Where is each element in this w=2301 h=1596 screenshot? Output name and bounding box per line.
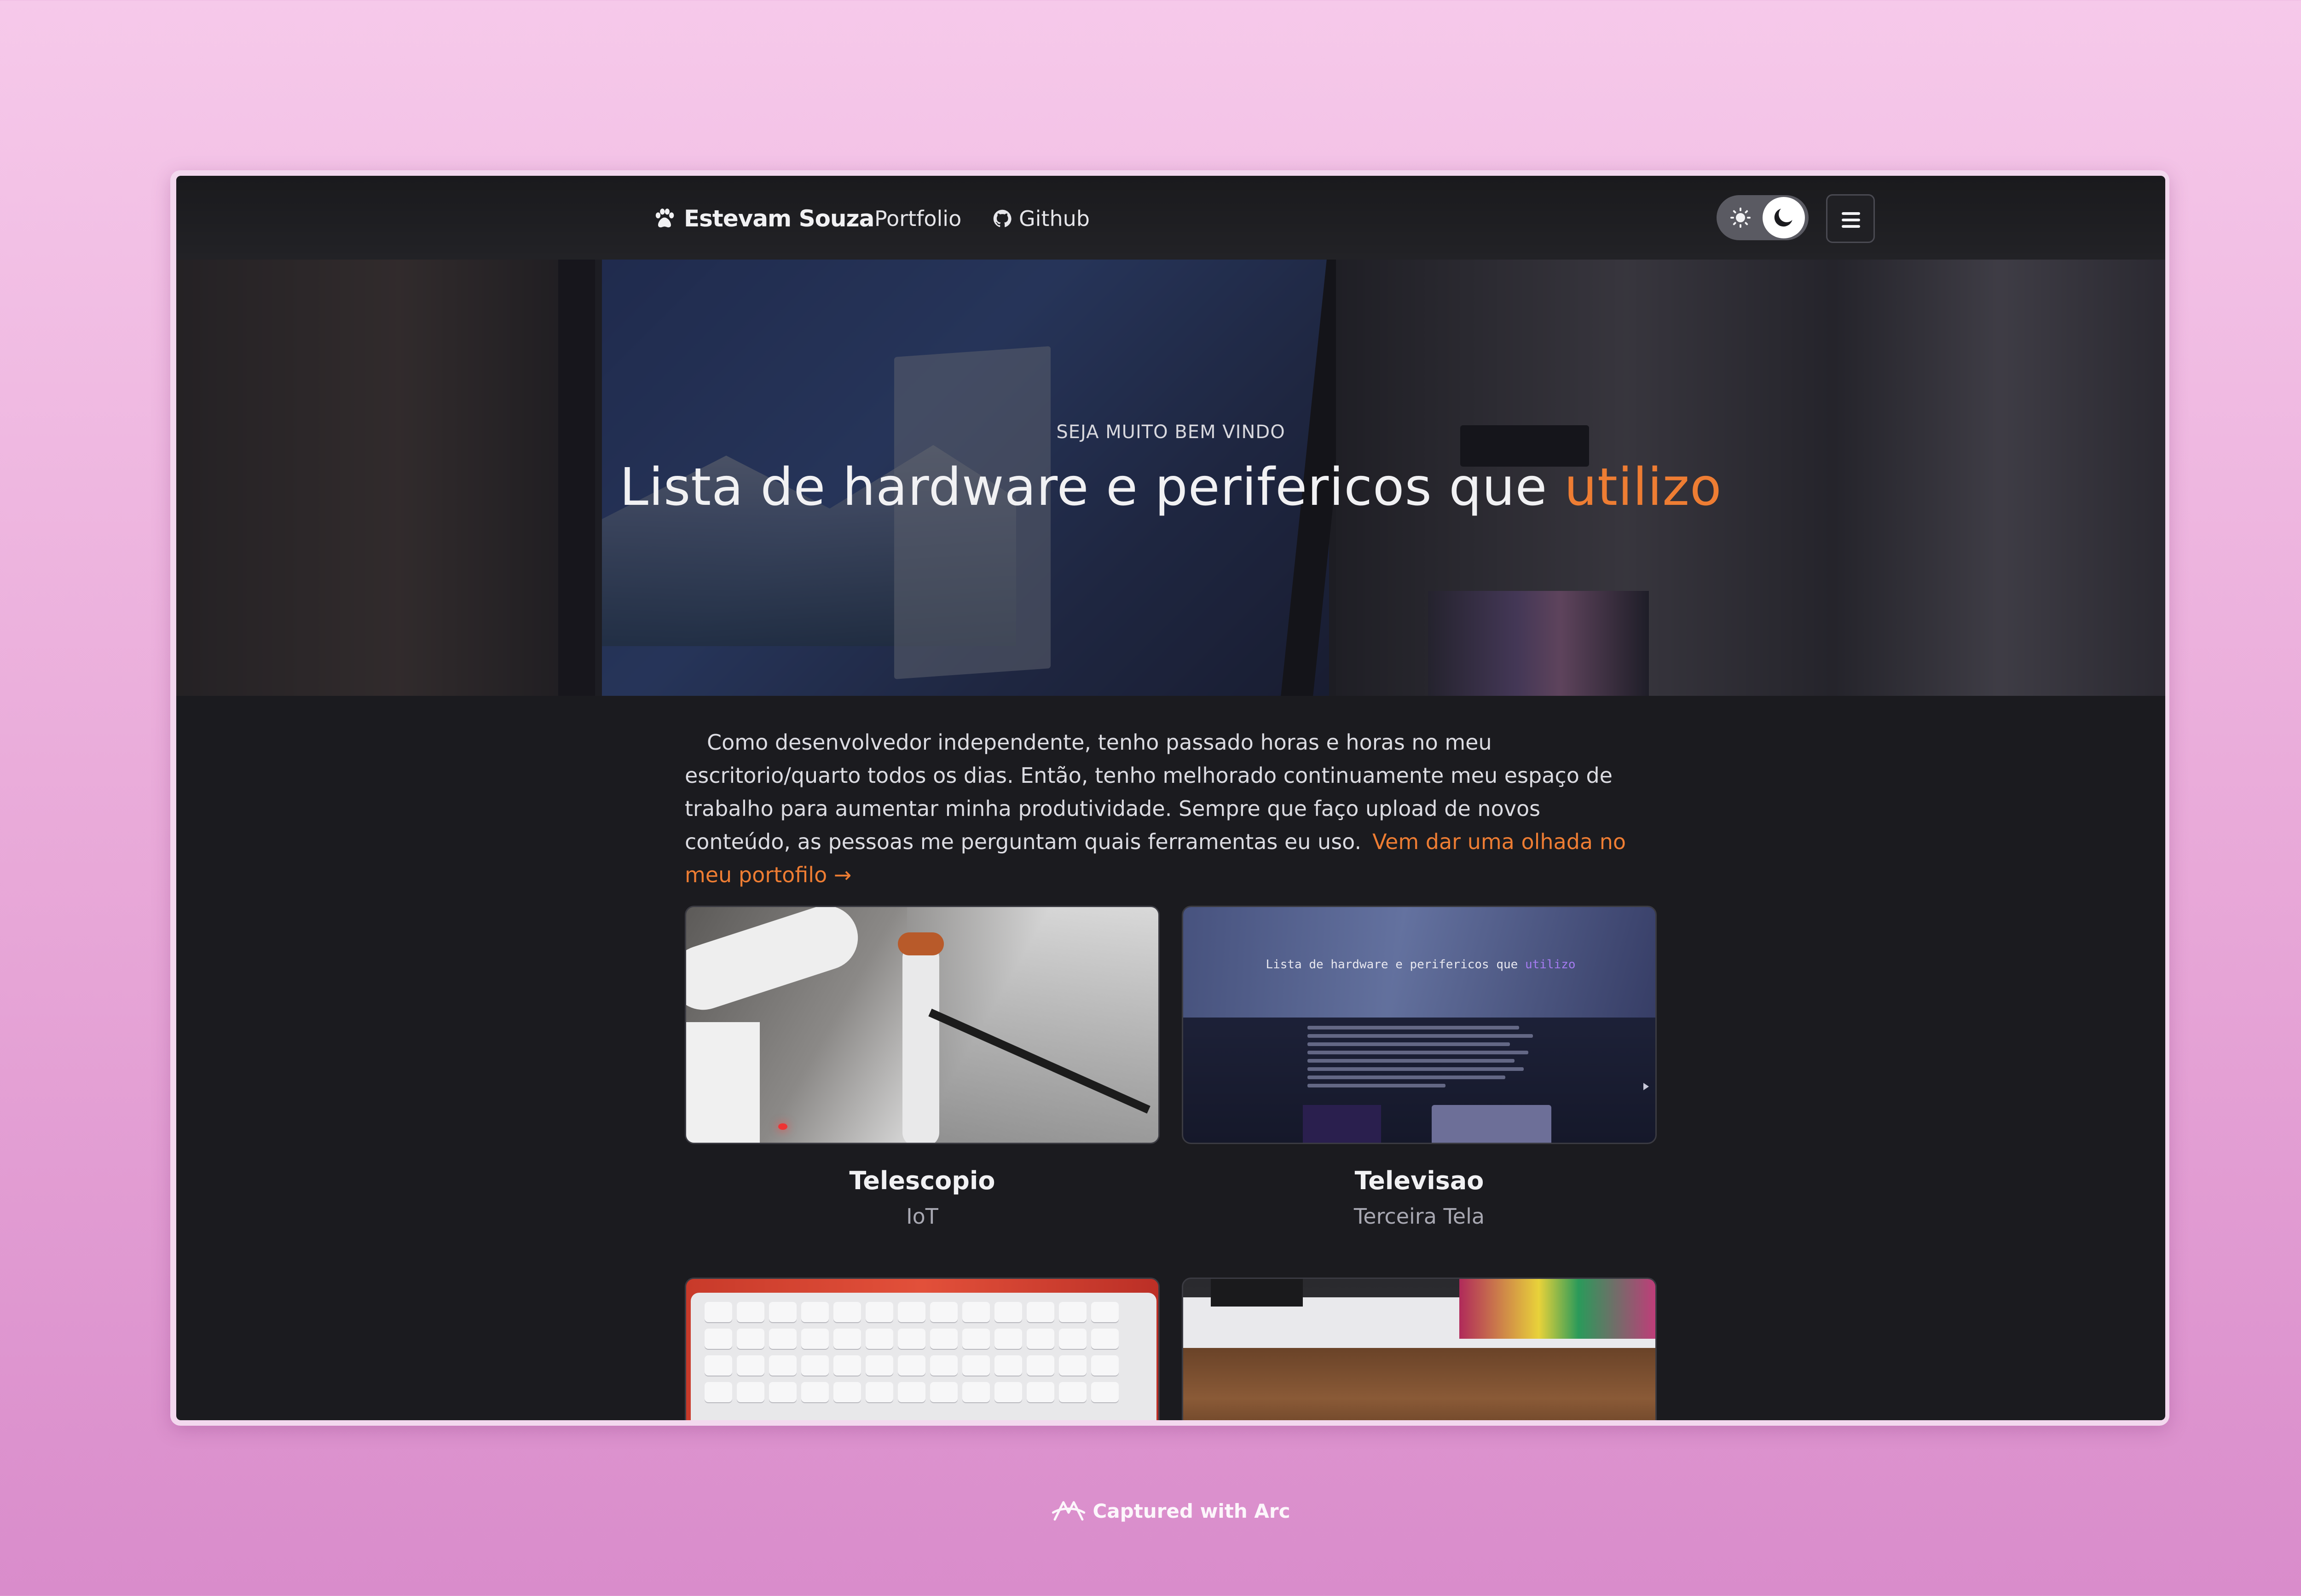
hero-kicker: SEJA MUITO BEM VINDO [1056, 422, 1285, 443]
browser-window: Estevam Souza Portfolio Github SEJA MUIT… [176, 176, 2165, 1420]
card-title: Televisao [1354, 1166, 1484, 1195]
brand-name: Estevam Souza [684, 205, 874, 232]
arc-logo-icon [1052, 1501, 1086, 1521]
theme-toggle[interactable] [1717, 195, 1809, 240]
github-icon [993, 209, 1012, 227]
intro-paragraph: Como desenvolvedor independente, tenho p… [685, 726, 1642, 891]
nav-link-label: Portfolio [874, 206, 962, 231]
capture-text: Captured with Arc [1093, 1499, 1290, 1522]
sun-icon [1730, 208, 1751, 228]
toggle-knob [1763, 197, 1805, 238]
capture-credit: Captured with Arc [0, 1495, 2301, 1527]
hero-banner: SEJA MUITO BEM VINDO Lista de hardware e… [176, 260, 2165, 696]
hero-title: Lista de hardware e perifericos que util… [176, 457, 2165, 517]
card-image [685, 1278, 1160, 1420]
moon-icon [1774, 208, 1792, 227]
paw-icon [655, 208, 674, 228]
menu-button[interactable] [1826, 194, 1875, 243]
nav-link-label: Github [1019, 206, 1090, 231]
nav-link-portfolio[interactable]: Portfolio [874, 202, 961, 235]
card-image [1182, 1278, 1657, 1420]
hero-title-accent: utilizo [1564, 457, 1722, 517]
card-title: Telescopio [849, 1166, 995, 1195]
card-image [685, 906, 1160, 1144]
hero-title-main: Lista de hardware e perifericos que [619, 457, 1548, 517]
tv-screenshot-title: Lista de hardware e perifericos que util… [1266, 958, 1576, 971]
card-image: Lista de hardware e perifericos que util… [1182, 906, 1657, 1144]
card-subtitle: IoT [906, 1204, 938, 1229]
nav-link-github[interactable]: Github [992, 202, 1090, 235]
brand-link[interactable]: Estevam Souza [652, 202, 874, 235]
card-subtitle: Terceira Tela [1353, 1204, 1485, 1229]
navbar: Estevam Souza Portfolio Github [176, 176, 2165, 260]
